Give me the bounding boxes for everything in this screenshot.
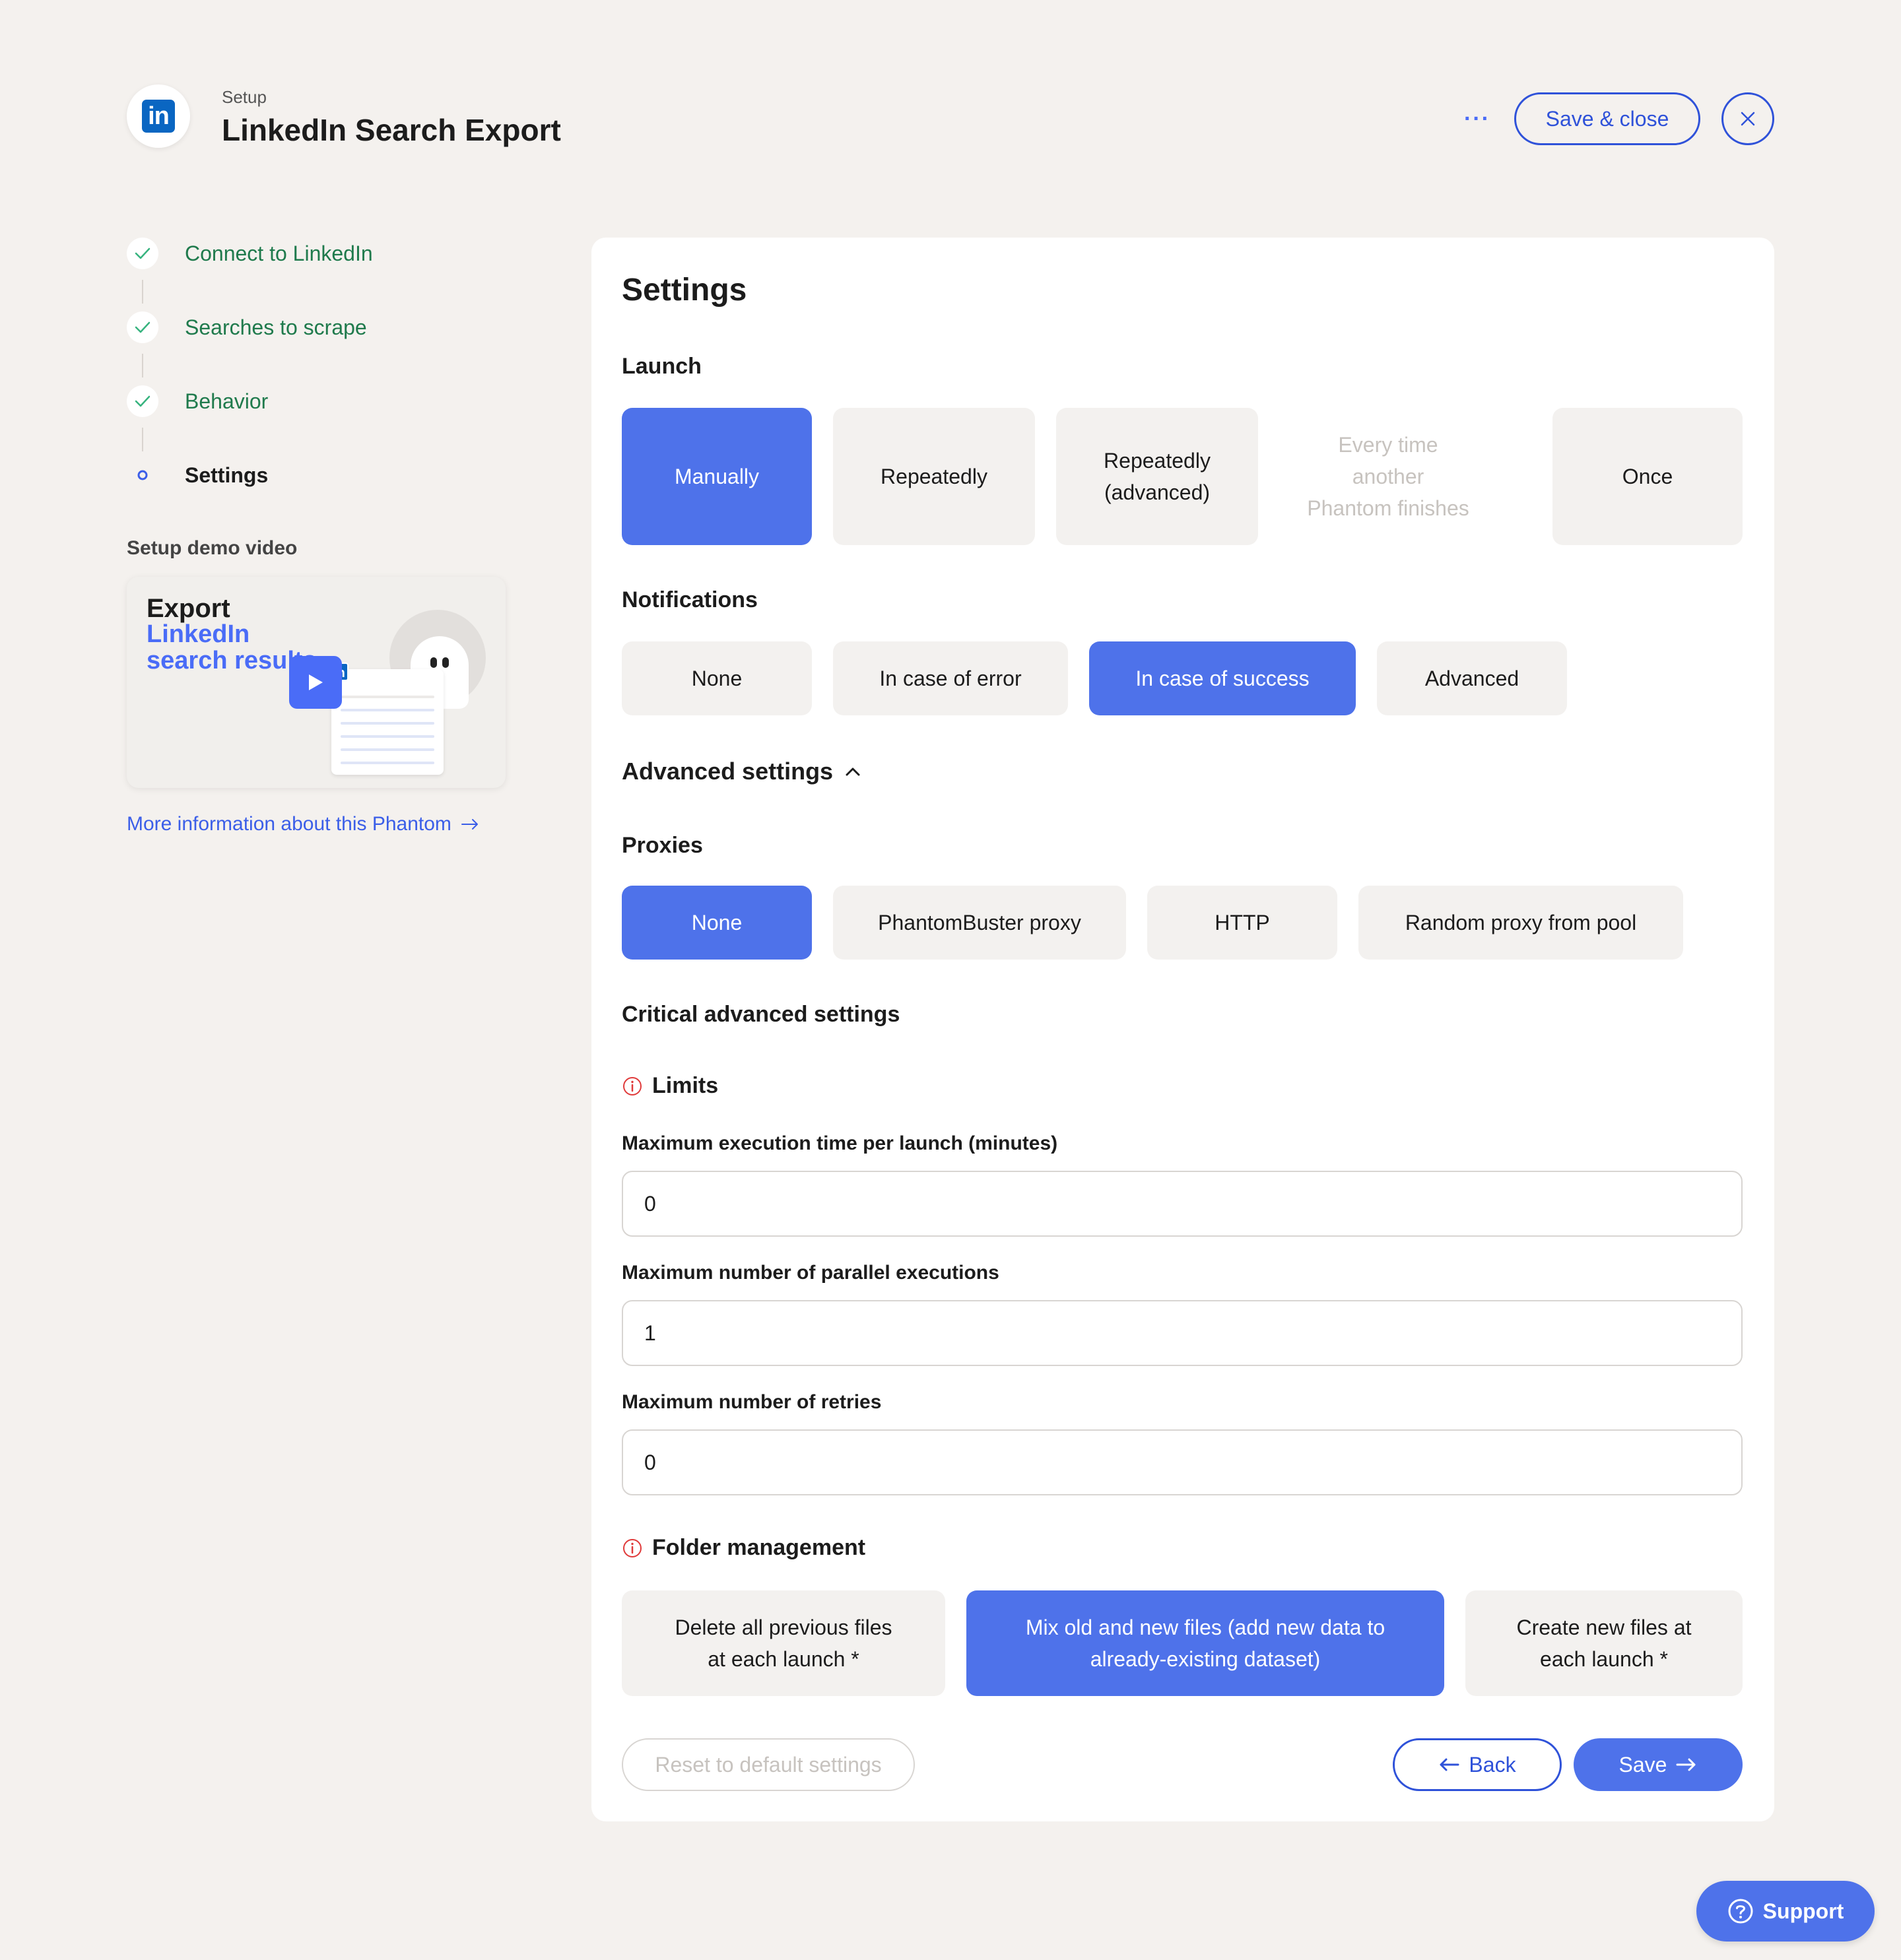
option-label: each launch *	[1540, 1647, 1668, 1671]
max-parallel-label: Maximum number of parallel executions	[622, 1262, 999, 1284]
spreadsheet-illustration: in	[330, 663, 444, 775]
play-button[interactable]	[289, 656, 342, 709]
option-label: Create new files at	[1516, 1616, 1692, 1639]
check-icon	[127, 385, 158, 417]
notification-option-advanced[interactable]: Advanced	[1377, 641, 1567, 715]
demo-video-thumbnail[interactable]: Export LinkedIn search results in	[127, 577, 506, 788]
advanced-settings-toggle[interactable]: Advanced settings	[622, 758, 861, 785]
notification-option-error[interactable]: In case of error	[833, 641, 1068, 715]
demo-video-heading: Setup demo video	[127, 537, 298, 559]
support-label: Support	[1762, 1899, 1844, 1923]
option-label: Repeatedly	[1104, 449, 1211, 473]
proxy-option-http[interactable]: HTTP	[1147, 886, 1337, 960]
settings-title: Settings	[622, 273, 747, 308]
step-connector	[142, 280, 143, 304]
launch-option-every-time: Every time another Phantom finishes	[1279, 408, 1497, 545]
play-icon	[309, 674, 323, 690]
arrow-right-icon	[461, 819, 478, 830]
check-icon	[127, 311, 158, 343]
advanced-settings-label: Advanced settings	[622, 758, 834, 785]
check-icon	[127, 238, 158, 269]
step-behavior[interactable]: Behavior	[127, 383, 523, 420]
option-label: Delete all previous files	[675, 1616, 892, 1639]
critical-settings-label: Critical advanced settings	[622, 1002, 900, 1027]
header-subtitle: Setup	[222, 87, 267, 107]
step-label: Behavior	[185, 389, 269, 413]
info-icon	[623, 1538, 642, 1557]
back-label: Back	[1469, 1752, 1516, 1777]
proxies-label: Proxies	[622, 833, 703, 858]
option-label: Once	[1622, 465, 1673, 488]
folder-management-heading: Folder management	[622, 1535, 865, 1561]
notification-option-success[interactable]: In case of success	[1089, 641, 1356, 715]
notifications-label: Notifications	[622, 587, 758, 612]
option-label: Every time	[1338, 433, 1438, 457]
step-connect-to-linkedin[interactable]: Connect to LinkedIn	[127, 235, 523, 272]
launch-option-manually[interactable]: Manually	[622, 408, 812, 545]
folder-option-mix[interactable]: Mix old and new files (add new data to a…	[966, 1590, 1444, 1696]
info-icon	[623, 1076, 642, 1095]
folder-option-delete[interactable]: Delete all previous files at each launch…	[622, 1590, 945, 1696]
close-button[interactable]	[1721, 92, 1774, 145]
save-close-button[interactable]: Save & close	[1514, 92, 1700, 145]
max-exec-time-label: Maximum execution time per launch (minut…	[622, 1132, 1058, 1154]
step-label: Settings	[185, 463, 269, 487]
launch-label: Launch	[622, 354, 702, 379]
launch-option-repeatedly[interactable]: Repeatedly	[833, 408, 1035, 545]
chevron-up-icon	[846, 768, 860, 776]
max-retries-label: Maximum number of retries	[622, 1391, 882, 1413]
proxy-option-none[interactable]: None	[622, 886, 812, 960]
step-label: Connect to LinkedIn	[185, 241, 373, 265]
support-button[interactable]: Support	[1696, 1881, 1875, 1942]
back-button[interactable]: Back	[1393, 1738, 1562, 1791]
folder-management-label: Folder management	[652, 1535, 866, 1560]
folder-option-create-new[interactable]: Create new files at each launch *	[1465, 1590, 1743, 1696]
proxy-option-phantombuster[interactable]: PhantomBuster proxy	[833, 886, 1126, 960]
more-info-label: More information about this Phantom	[127, 813, 451, 835]
step-connector	[142, 428, 143, 451]
max-retries-input[interactable]	[622, 1429, 1743, 1495]
step-settings[interactable]: Settings	[127, 457, 523, 494]
arrow-left-icon	[1440, 1758, 1459, 1771]
demo-title-line: LinkedIn	[147, 620, 250, 648]
settings-panel: Settings Launch Manually Repeatedly Repe…	[591, 238, 1774, 1821]
close-icon	[1741, 112, 1755, 126]
launch-option-repeatedly-advanced[interactable]: Repeatedly (advanced)	[1056, 408, 1258, 545]
option-label: another	[1352, 465, 1424, 488]
linkedin-logo: in	[127, 84, 190, 148]
reset-defaults-button[interactable]: Reset to default settings	[622, 1738, 915, 1791]
option-label: (advanced)	[1104, 480, 1211, 504]
linkedin-logo-mark: in	[142, 100, 175, 133]
max-exec-time-input[interactable]	[622, 1171, 1743, 1237]
proxy-option-random-pool[interactable]: Random proxy from pool	[1358, 886, 1683, 960]
arrow-right-icon	[1676, 1758, 1696, 1771]
option-label: already-existing dataset)	[1090, 1647, 1321, 1671]
save-button[interactable]: Save	[1574, 1738, 1743, 1791]
option-label: at each launch *	[708, 1647, 859, 1671]
step-searches-to-scrape[interactable]: Searches to scrape	[127, 309, 523, 346]
option-label: Mix old and new files (add new data to	[1025, 1616, 1385, 1639]
current-step-icon	[127, 459, 158, 491]
limits-heading: Limits	[622, 1073, 718, 1099]
option-label: Manually	[674, 465, 760, 488]
option-label: Phantom finishes	[1307, 496, 1469, 520]
step-connector	[142, 354, 143, 377]
limits-label: Limits	[652, 1073, 719, 1098]
save-label: Save	[1618, 1752, 1667, 1777]
more-info-link[interactable]: More information about this Phantom	[127, 813, 479, 835]
page-title: LinkedIn Search Export	[222, 113, 561, 147]
option-label: Repeatedly	[881, 465, 987, 488]
more-options-button[interactable]: ···	[1459, 100, 1496, 137]
notification-option-none[interactable]: None	[622, 641, 812, 715]
demo-title-line: Export	[147, 594, 230, 623]
help-circle-icon	[1728, 1899, 1753, 1924]
max-parallel-input[interactable]	[622, 1300, 1743, 1366]
step-label: Searches to scrape	[185, 315, 367, 339]
launch-option-once[interactable]: Once	[1552, 408, 1743, 545]
